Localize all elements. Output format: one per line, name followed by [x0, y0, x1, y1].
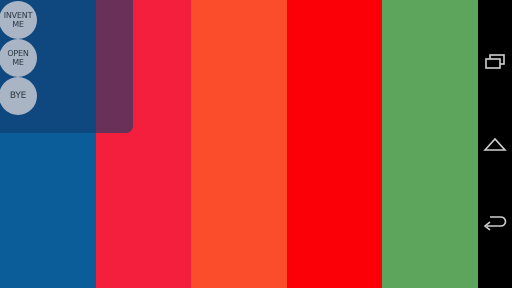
- home-icon: [483, 137, 507, 151]
- app-screen: INVENT ME OPEN ME BYE: [0, 0, 512, 288]
- invent-me-button[interactable]: INVENT ME: [0, 1, 37, 39]
- back-button[interactable]: [482, 210, 508, 236]
- home-button[interactable]: [482, 131, 508, 157]
- bye-button[interactable]: BYE: [0, 77, 37, 115]
- navigation-bar: [478, 0, 512, 288]
- open-me-label: OPEN ME: [7, 49, 29, 67]
- stripe-orange: [191, 0, 287, 288]
- stripe-green: [382, 0, 478, 288]
- bye-label: BYE: [9, 90, 27, 101]
- recent-apps-button[interactable]: [482, 49, 508, 75]
- recent-apps-icon: [485, 54, 505, 69]
- stripe-red: [286, 0, 383, 288]
- open-me-button[interactable]: OPEN ME: [0, 39, 37, 77]
- menu-panel: INVENT ME OPEN ME BYE: [0, 0, 133, 133]
- back-icon: [483, 216, 507, 231]
- invent-me-label: INVENT ME: [3, 11, 33, 29]
